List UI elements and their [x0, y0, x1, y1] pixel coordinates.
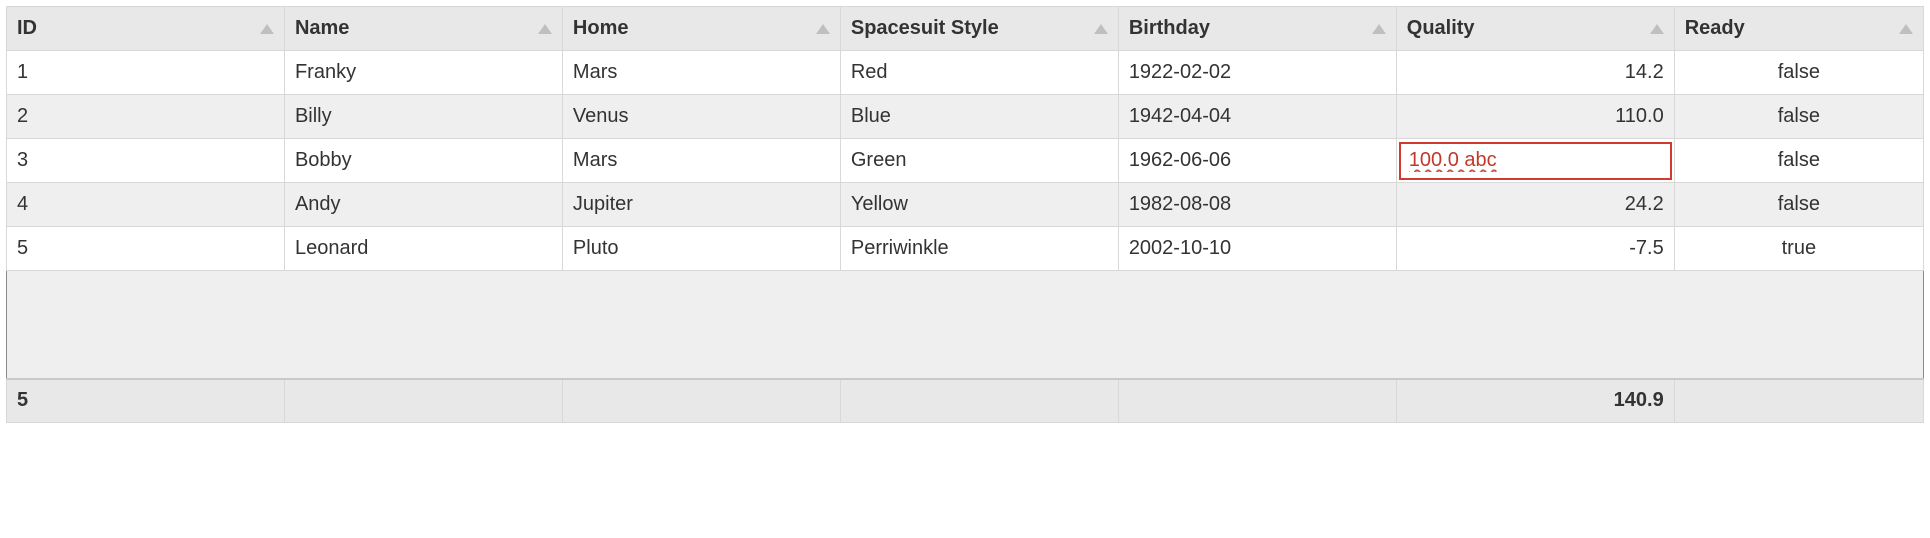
table-header: ID Name Home Spacesuit Style	[7, 7, 1924, 51]
cell-home[interactable]: Pluto	[562, 227, 840, 271]
column-label: Birthday	[1129, 17, 1210, 39]
column-header-ready[interactable]: Ready	[1674, 7, 1923, 51]
cell-ready[interactable]: false	[1674, 51, 1923, 95]
table-row[interactable]: 2 Billy Venus Blue 1942-04-04 110.0 fals…	[7, 95, 1924, 139]
sort-asc-icon	[1899, 24, 1913, 34]
cell-name[interactable]: Franky	[284, 51, 562, 95]
cell-style[interactable]: Perriwinkle	[840, 227, 1118, 271]
column-label: Ready	[1685, 17, 1745, 39]
cell-id[interactable]: 5	[7, 227, 285, 271]
cell-style[interactable]: Yellow	[840, 183, 1118, 227]
column-label: Spacesuit Style	[851, 17, 999, 39]
column-header-home[interactable]: Home	[562, 7, 840, 51]
footer-count: 5	[7, 379, 285, 423]
cell-birthday[interactable]: 1962-06-06	[1118, 139, 1396, 183]
cell-ready[interactable]: true	[1674, 227, 1923, 271]
table-body: 1 Franky Mars Red 1922-02-02 14.2 false …	[7, 51, 1924, 379]
column-header-name[interactable]: Name	[284, 7, 562, 51]
cell-style[interactable]: Green	[840, 139, 1118, 183]
quality-input-invalid[interactable]	[1399, 142, 1672, 180]
cell-ready[interactable]: false	[1674, 95, 1923, 139]
cell-birthday[interactable]: 1982-08-08	[1118, 183, 1396, 227]
column-header-birthday[interactable]: Birthday	[1118, 7, 1396, 51]
table-row[interactable]: 3 Bobby Mars Green 1962-06-06 false	[7, 139, 1924, 183]
cell-ready[interactable]: false	[1674, 139, 1923, 183]
cell-home[interactable]: Mars	[562, 51, 840, 95]
sort-asc-icon	[538, 24, 552, 34]
cell-name[interactable]: Billy	[284, 95, 562, 139]
cell-quality[interactable]: 24.2	[1396, 183, 1674, 227]
footer-empty	[1674, 379, 1923, 423]
footer-empty	[1118, 379, 1396, 423]
cell-style[interactable]: Blue	[840, 95, 1118, 139]
cell-ready[interactable]: false	[1674, 183, 1923, 227]
data-table: ID Name Home Spacesuit Style	[6, 6, 1924, 423]
column-label: Quality	[1407, 17, 1475, 39]
cell-quality[interactable]: -7.5	[1396, 227, 1674, 271]
table-row[interactable]: 5 Leonard Pluto Perriwinkle 2002-10-10 -…	[7, 227, 1924, 271]
sort-asc-icon	[816, 24, 830, 34]
table-row[interactable]: 4 Andy Jupiter Yellow 1982-08-08 24.2 fa…	[7, 183, 1924, 227]
cell-name[interactable]: Bobby	[284, 139, 562, 183]
cell-quality[interactable]: 110.0	[1396, 95, 1674, 139]
footer-empty	[562, 379, 840, 423]
cell-quality[interactable]: 14.2	[1396, 51, 1674, 95]
column-header-quality[interactable]: Quality	[1396, 7, 1674, 51]
cell-id[interactable]: 2	[7, 95, 285, 139]
cell-id[interactable]: 4	[7, 183, 285, 227]
cell-style[interactable]: Red	[840, 51, 1118, 95]
cell-id[interactable]: 1	[7, 51, 285, 95]
table-footer: 5 140.9	[7, 379, 1924, 423]
footer-quality-sum: 140.9	[1396, 379, 1674, 423]
cell-home[interactable]: Mars	[562, 139, 840, 183]
cell-name[interactable]: Leonard	[284, 227, 562, 271]
cell-birthday[interactable]: 2002-10-10	[1118, 227, 1396, 271]
footer-empty	[284, 379, 562, 423]
cell-home[interactable]: Venus	[562, 95, 840, 139]
cell-name[interactable]: Andy	[284, 183, 562, 227]
table-row[interactable]: 1 Franky Mars Red 1922-02-02 14.2 false	[7, 51, 1924, 95]
cell-id[interactable]: 3	[7, 139, 285, 183]
sort-asc-icon	[260, 24, 274, 34]
column-label: ID	[17, 17, 37, 39]
column-header-spacesuit-style[interactable]: Spacesuit Style	[840, 7, 1118, 51]
footer-empty	[840, 379, 1118, 423]
column-label: Home	[573, 17, 629, 39]
column-label: Name	[295, 17, 349, 39]
sort-asc-icon	[1650, 24, 1664, 34]
table-empty-area	[7, 271, 1924, 379]
sort-asc-icon	[1372, 24, 1386, 34]
cell-birthday[interactable]: 1922-02-02	[1118, 51, 1396, 95]
cell-home[interactable]: Jupiter	[562, 183, 840, 227]
column-header-id[interactable]: ID	[7, 7, 285, 51]
cell-quality[interactable]	[1396, 139, 1674, 183]
cell-birthday[interactable]: 1942-04-04	[1118, 95, 1396, 139]
sort-asc-icon	[1094, 24, 1108, 34]
